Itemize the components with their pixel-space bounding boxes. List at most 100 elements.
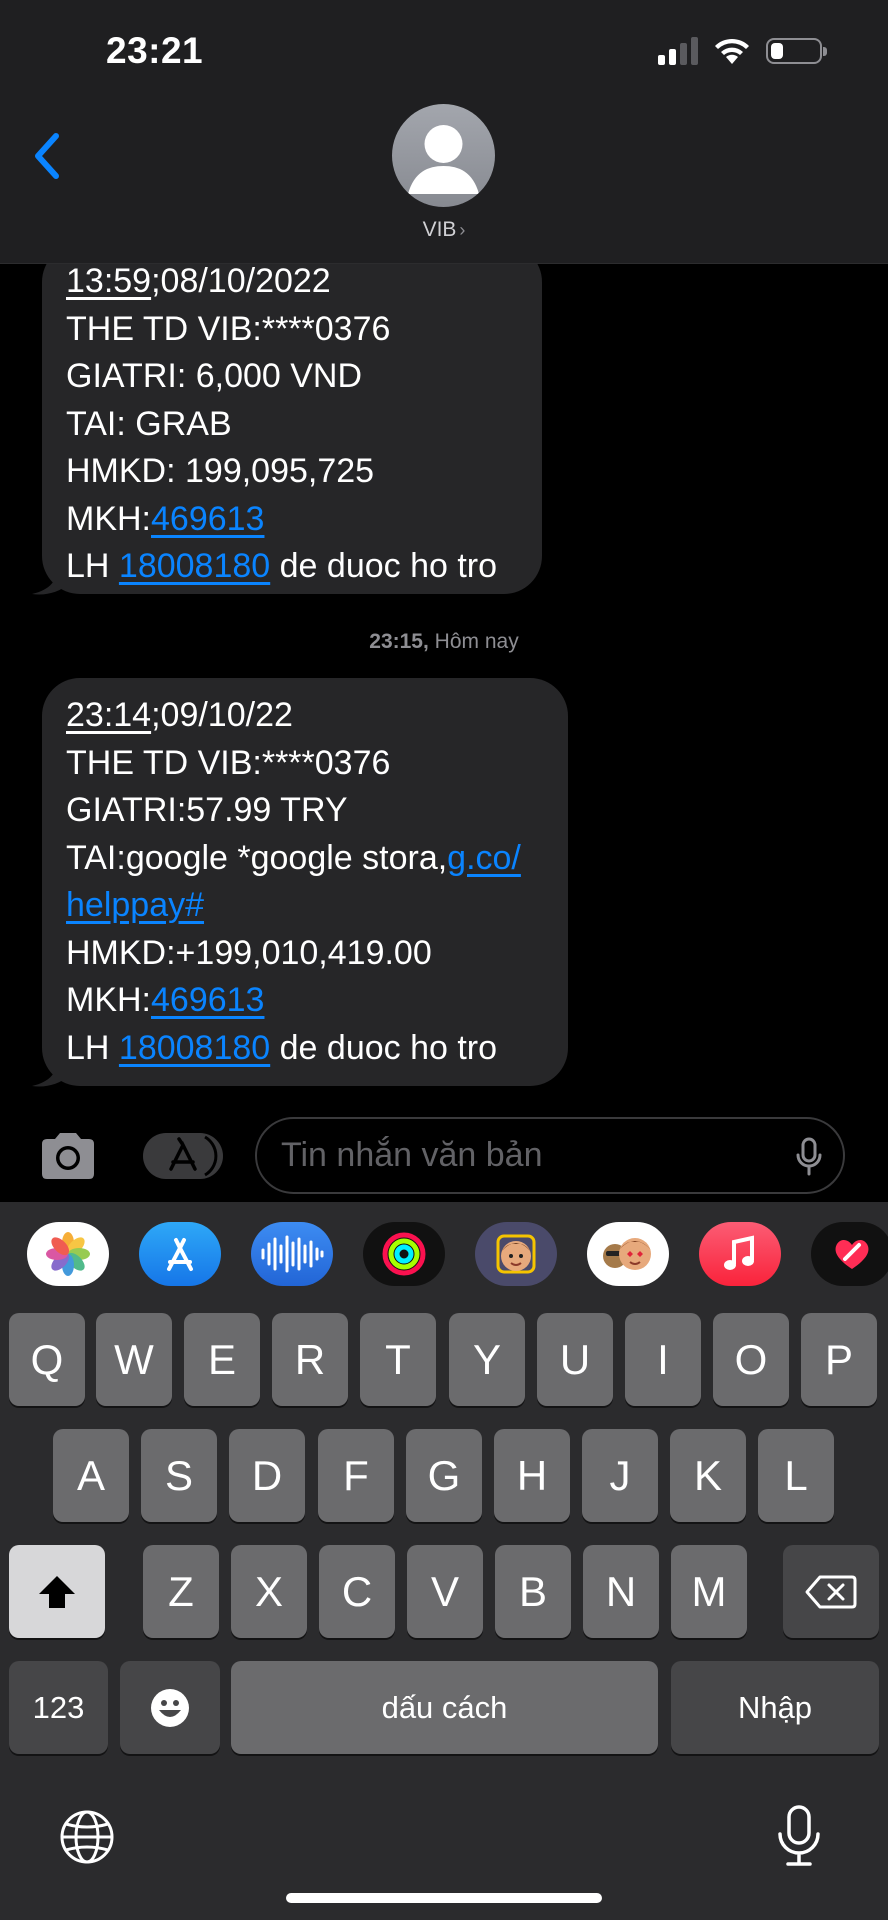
backspace-icon	[805, 1575, 857, 1608]
key-x[interactable]: X	[231, 1545, 307, 1638]
numbers-key[interactable]: 123	[9, 1661, 108, 1754]
space-key[interactable]: dấu cách	[231, 1661, 658, 1754]
message-line: LH 18008180 de duoc ho tro	[66, 1025, 544, 1073]
message-line: HMKD: 199,095,725	[66, 452, 375, 490]
audio-message-icon[interactable]	[251, 1222, 333, 1286]
key-o[interactable]: O	[713, 1313, 789, 1406]
key-u[interactable]: U	[537, 1313, 613, 1406]
key-a[interactable]: A	[53, 1429, 129, 1522]
digital-touch-icon[interactable]	[811, 1222, 888, 1286]
shift-key[interactable]	[9, 1545, 105, 1638]
contact-avatar[interactable]	[392, 104, 495, 207]
apps-button[interactable]	[143, 1133, 223, 1179]
globe-icon[interactable]	[58, 1808, 116, 1866]
key-g[interactable]: G	[406, 1429, 482, 1522]
battery-level	[771, 43, 783, 59]
dictation-mic-icon[interactable]	[774, 1804, 824, 1868]
message-line: LH 18008180 de duoc ho tro	[66, 543, 518, 591]
conversation-header: 23:21 VIB ›	[0, 0, 888, 264]
message-bubble[interactable]: 13:59;08/10/2022 THE TD VIB:****0376 GIA…	[42, 244, 542, 594]
key-v[interactable]: V	[407, 1545, 483, 1638]
key-k[interactable]: K	[670, 1429, 746, 1522]
message-line: THE TD VIB:****0376	[66, 743, 391, 782]
message-line: 23:14;09/10/22	[66, 692, 544, 740]
message-bubble[interactable]: 23:14;09/10/22 THE TD VIB:****0376 GIATR…	[42, 678, 568, 1086]
key-p[interactable]: P	[801, 1313, 877, 1406]
key-s[interactable]: S	[141, 1429, 217, 1522]
key-e[interactable]: E	[184, 1313, 260, 1406]
key-r[interactable]: R	[272, 1313, 348, 1406]
cellular-signal-icon	[658, 37, 698, 65]
shift-icon	[39, 1575, 75, 1608]
date-text: ;09/10/22	[151, 696, 293, 734]
message-line: THE TD VIB:****0376	[66, 309, 391, 348]
message-line: TAI: GRAB	[66, 404, 232, 443]
back-button[interactable]	[28, 128, 68, 184]
delete-key[interactable]	[783, 1545, 879, 1638]
url-link[interactable]: helppay#	[66, 886, 204, 924]
messages-screen: 13:59;08/10/2022 THE TD VIB:****0376 GIA…	[0, 0, 888, 1920]
contact-name: VIB	[422, 218, 457, 241]
mkh-link[interactable]: 469613	[151, 500, 264, 538]
url-link[interactable]: g.co/	[447, 839, 521, 877]
merchant-text: TAI:google *google stora,	[66, 838, 448, 877]
key-i[interactable]: I	[625, 1313, 701, 1406]
memoji-stickers-icon[interactable]	[587, 1222, 669, 1286]
time-link[interactable]: 13:59	[66, 262, 151, 300]
lh-suffix: de duoc ho tro	[270, 1028, 498, 1067]
chevron-right-icon: ›	[459, 220, 466, 240]
message-line: HMKD:+199,010,419.00	[66, 933, 432, 972]
phone-link[interactable]: 18008180	[119, 547, 270, 585]
dictation-icon[interactable]	[795, 1137, 823, 1177]
emoji-key[interactable]	[120, 1661, 220, 1754]
key-m[interactable]: M	[671, 1545, 747, 1638]
mkh-label: MKH:	[66, 981, 151, 1019]
wifi-icon	[715, 38, 749, 64]
key-h[interactable]: H	[494, 1429, 570, 1522]
emoji-icon	[151, 1688, 189, 1727]
activity-icon[interactable]	[363, 1222, 445, 1286]
key-t[interactable]: T	[360, 1313, 436, 1406]
lh-suffix: de duoc ho tro	[270, 547, 498, 585]
time-link[interactable]: 23:14	[66, 696, 151, 734]
message-timestamp: 23:15, Hôm nay	[369, 630, 519, 653]
key-y[interactable]: Y	[449, 1313, 525, 1406]
message-line: GIATRI: 6,000 VND	[66, 357, 363, 395]
battery-icon	[766, 38, 827, 64]
message-line: MKH:469613	[66, 496, 518, 544]
memoji-icon[interactable]	[475, 1222, 557, 1286]
message-line: MKH:469613	[66, 977, 544, 1025]
key-b[interactable]: B	[495, 1545, 571, 1638]
return-key[interactable]: Nhập	[671, 1661, 879, 1754]
message-line: helppay#	[66, 882, 544, 930]
key-n[interactable]: N	[583, 1545, 659, 1638]
status-icons	[658, 36, 827, 66]
phone-link[interactable]: 18008180	[119, 1029, 270, 1067]
app-store-icon	[169, 1135, 218, 1177]
key-c[interactable]: C	[319, 1545, 395, 1638]
mkh-link[interactable]: 469613	[151, 981, 264, 1019]
key-f[interactable]: F	[318, 1429, 394, 1522]
camera-button[interactable]	[36, 1128, 100, 1184]
contact-name-button[interactable]: VIB ›	[0, 218, 888, 242]
person-icon	[408, 125, 479, 194]
key-q[interactable]: Q	[9, 1313, 85, 1406]
key-z[interactable]: Z	[143, 1545, 219, 1638]
music-icon[interactable]	[699, 1222, 781, 1286]
key-l[interactable]: L	[758, 1429, 834, 1522]
date-text: ;08/10/2022	[151, 262, 331, 300]
photos-icon[interactable]	[27, 1222, 109, 1286]
message-input[interactable]: Tin nhắn văn bản	[255, 1117, 845, 1194]
app-store-icon[interactable]	[139, 1222, 221, 1286]
status-time: 23:21	[106, 30, 204, 71]
key-d[interactable]: D	[229, 1429, 305, 1522]
bubble-tail	[32, 1058, 68, 1087]
lh-label: LH	[66, 1028, 119, 1067]
mkh-label: MKH:	[66, 499, 151, 538]
message-line: 13:59;08/10/2022	[66, 258, 518, 306]
home-indicator	[286, 1893, 602, 1903]
message-line: TAI:google *google stora,g.co/	[66, 835, 544, 883]
key-j[interactable]: J	[582, 1429, 658, 1522]
key-w[interactable]: W	[96, 1313, 172, 1406]
bubble-tail	[32, 566, 68, 595]
